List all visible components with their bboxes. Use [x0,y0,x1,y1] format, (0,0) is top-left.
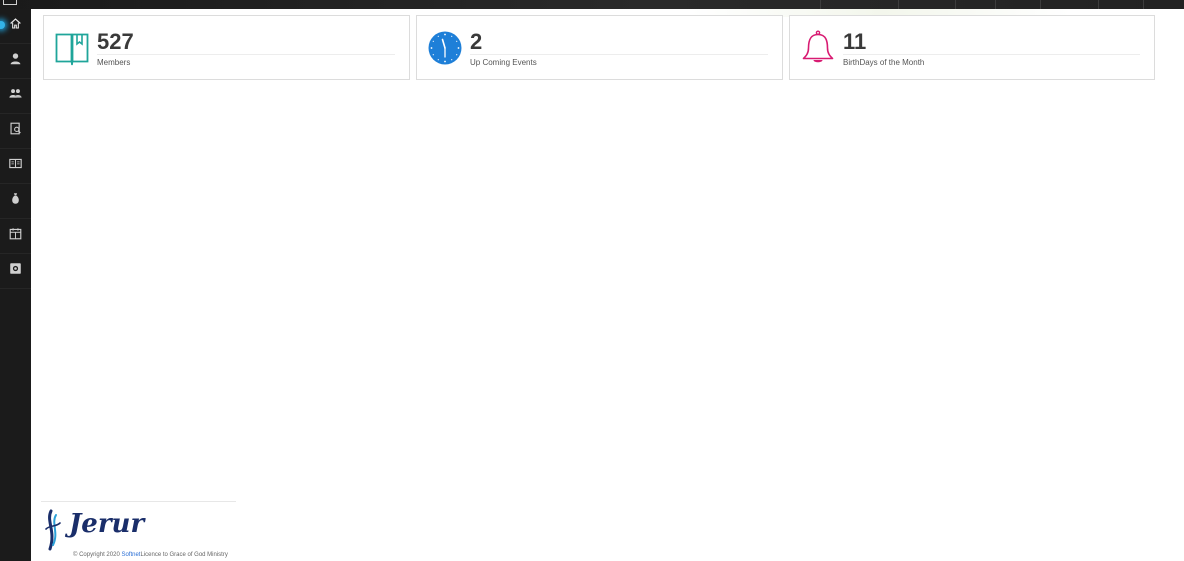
top-bar [0,0,1184,9]
photo-icon [9,262,22,280]
home-icon [9,17,22,35]
events-count: 2 [470,29,483,54]
clock-icon [428,30,462,66]
company-link[interactable]: Softnet [121,552,140,558]
open-book-icon [9,157,22,175]
sidebar-item-donations[interactable] [0,184,31,219]
sidebar [0,9,31,561]
birthdays-count: 11 [843,29,867,54]
birthdays-stat-card[interactable]: 11 BirthDays of the Month [789,15,1155,80]
members-count: 527 [97,29,134,54]
user-icon [9,52,22,70]
document-search-icon [9,122,22,140]
copyright: © Copyright 2020 SoftnetLicence to Grace… [73,552,228,558]
sidebar-item-dashboard[interactable] [0,9,31,44]
main-content: 527 Members 2 Up Coming Events 11 BirthD… [31,9,1184,561]
events-stat-card[interactable]: 2 Up Coming Events [416,15,783,80]
money-bag-icon [9,192,22,210]
members-label: Members [97,58,131,67]
sidebar-item-profile[interactable] [0,44,31,79]
sidebar-item-gallery[interactable] [0,254,31,289]
sidebar-item-calendar[interactable] [0,219,31,254]
birthdays-label: BirthDays of the Month [843,58,925,67]
book-icon [55,30,89,66]
sidebar-item-members[interactable] [0,79,31,114]
events-label: Up Coming Events [470,58,537,67]
sidebar-item-bible[interactable] [0,149,31,184]
sidebar-item-records[interactable] [0,114,31,149]
logo-text: Jerur [69,509,145,539]
members-stat-card[interactable]: 527 Members [43,15,410,80]
users-group-icon [9,87,22,105]
brand-mark [3,0,17,5]
calendar-icon [9,227,22,245]
bell-icon [801,30,835,66]
